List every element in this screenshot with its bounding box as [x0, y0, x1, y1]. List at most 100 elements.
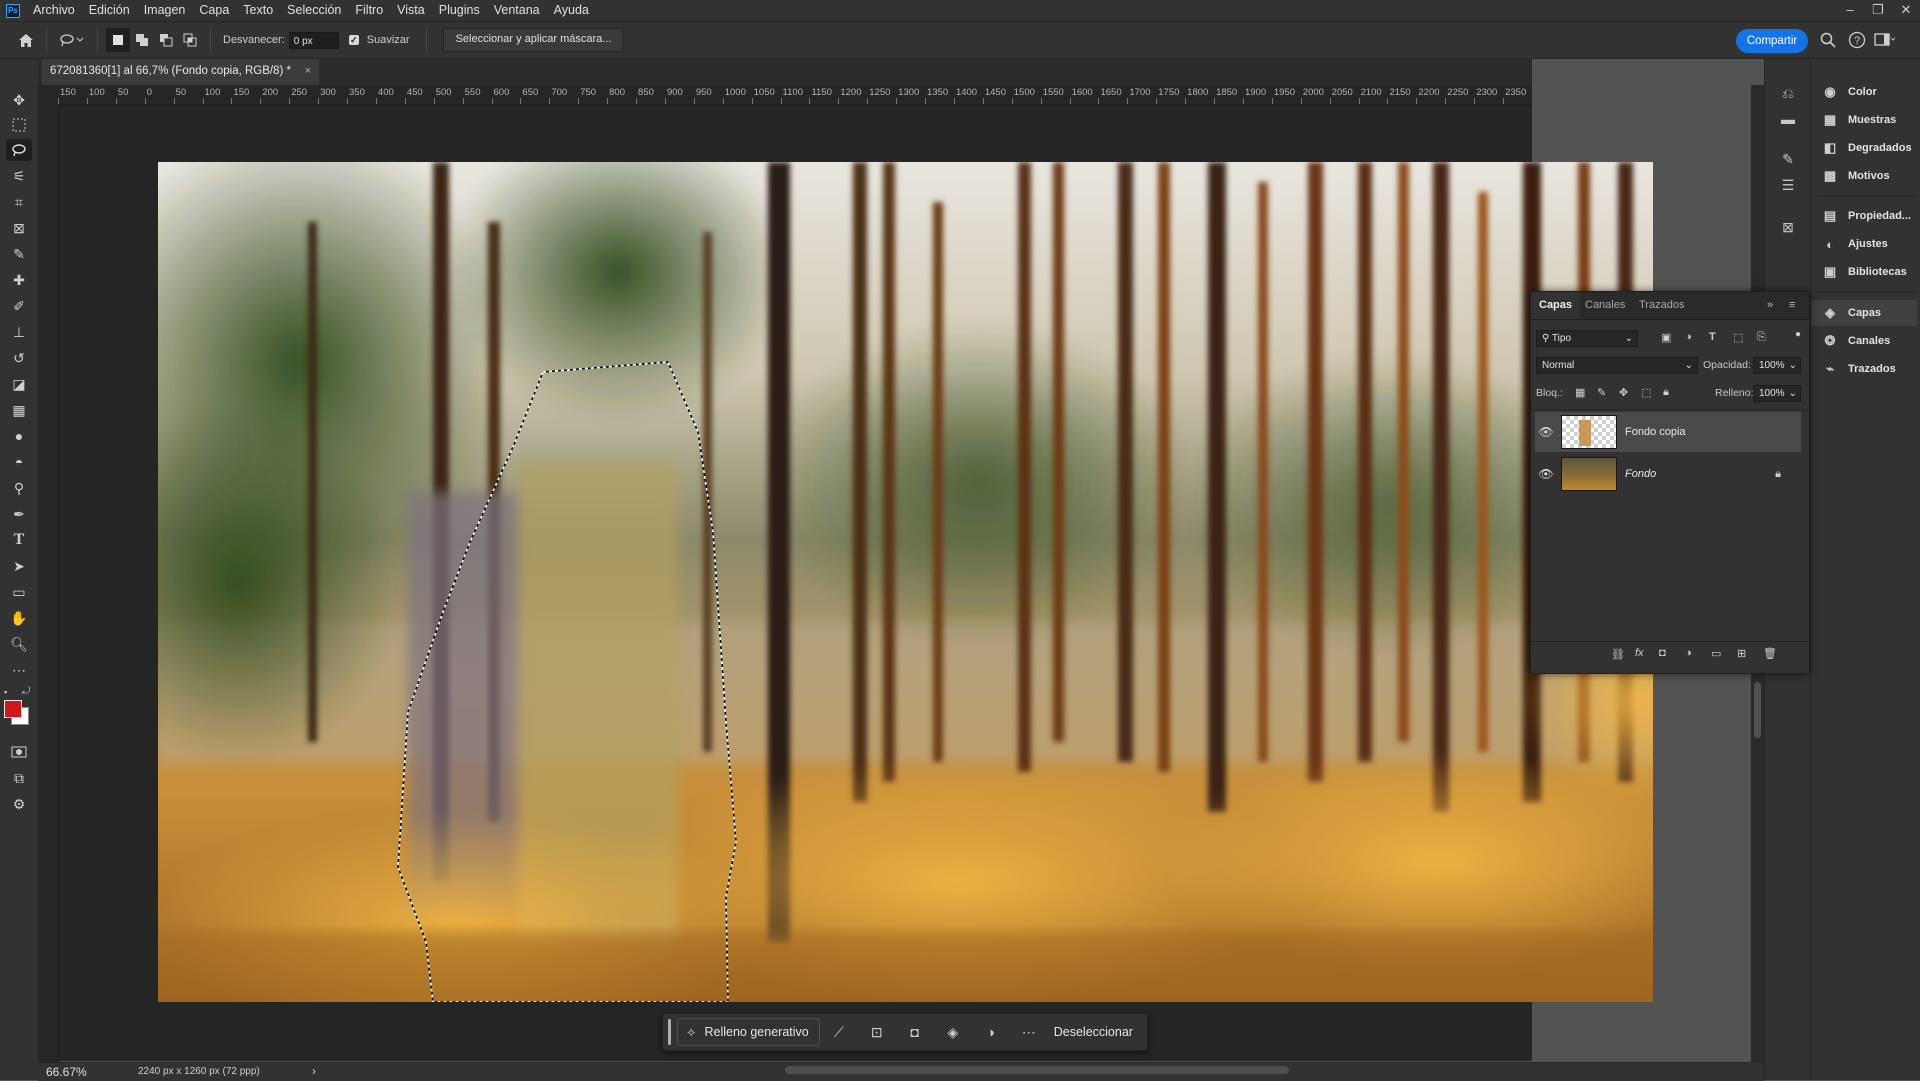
drag-handle[interactable]	[668, 1019, 671, 1045]
zoom-level[interactable]: 66.67%	[46, 1065, 87, 1079]
adjustment-layer-icon[interactable]: ◑	[972, 1024, 1010, 1040]
edit-toolbar-icon[interactable]: ⚙	[6, 793, 32, 815]
more-tools-icon[interactable]: ⋯	[6, 659, 32, 681]
menu-vista[interactable]: Vista	[390, 0, 432, 21]
new-layer-icon[interactable]: ⊞	[1737, 647, 1746, 660]
menu-ventana[interactable]: Ventana	[487, 0, 547, 21]
history-brush-tool-icon[interactable]: ↺	[6, 347, 32, 369]
feather-input[interactable]: 0 px	[288, 31, 339, 49]
healing-brush-tool-icon[interactable]: ✚	[6, 269, 32, 291]
collapse-panel-icon[interactable]: »	[1767, 292, 1773, 319]
panel-color[interactable]: ◉ Color	[1811, 79, 1917, 105]
blend-mode-select[interactable]: Normal ⌄	[1536, 357, 1698, 374]
photoshop-logo-icon[interactable]: Ps	[6, 3, 20, 18]
type-tool-icon[interactable]: T	[6, 529, 32, 551]
brush-tool-icon[interactable]: ✐	[6, 295, 32, 317]
new-adjustment-icon[interactable]: ◑	[1685, 647, 1692, 659]
zoom-brush-tool-icon[interactable]: ⚲	[6, 477, 32, 499]
panel-gradients[interactable]: ◧ Degradados	[1811, 135, 1917, 161]
lock-position-icon[interactable]: ✥	[1619, 386, 1628, 399]
generative-fill-button[interactable]: ✧ Relleno generativo	[677, 1018, 820, 1046]
minimize-button[interactable]: –	[1836, 0, 1864, 21]
add-mask-icon[interactable]: ◘	[1659, 647, 1666, 659]
history-icon[interactable]: ⎌	[1778, 83, 1798, 103]
swap-colors-icon[interactable]: ⤾	[22, 686, 30, 697]
new-selection-icon[interactable]	[106, 28, 130, 52]
document-image[interactable]	[158, 162, 1653, 1002]
filter-adjustment-icon[interactable]: ◑	[1685, 331, 1692, 343]
deselect-button[interactable]: Deseleccionar	[1054, 1025, 1133, 1039]
menu-edicion[interactable]: Edición	[82, 0, 137, 21]
comments-icon[interactable]: ▬	[1778, 109, 1798, 129]
move-tool-icon[interactable]: ✥	[6, 89, 32, 111]
horizontal-scrollbar[interactable]	[785, 1066, 1289, 1074]
path-selection-tool-icon[interactable]: ➤	[6, 555, 32, 577]
link-layers-icon[interactable]: ⛓	[1611, 648, 1625, 661]
modify-selection-icon[interactable]: ⟋	[820, 1024, 858, 1041]
panel-properties[interactable]: ▤ Propiedad...	[1811, 203, 1917, 229]
new-group-icon[interactable]: ▭	[1711, 647, 1721, 660]
fill-selection-icon[interactable]: ◈	[934, 1024, 972, 1041]
search-icon[interactable]	[1820, 32, 1836, 51]
menu-filtro[interactable]: Filtro	[348, 0, 390, 21]
filter-toggle-icon[interactable]: ●	[1795, 329, 1801, 340]
hand-tool-icon[interactable]: ✋	[6, 607, 32, 629]
brush-settings-icon[interactable]: ✎	[1778, 149, 1798, 169]
mask-icon[interactable]: ◘	[896, 1024, 934, 1040]
menu-capa[interactable]: Capa	[192, 0, 236, 21]
quick-selection-tool-icon[interactable]: ⚟	[6, 165, 32, 187]
lock-artboard-icon[interactable]: ⬚	[1641, 386, 1651, 399]
crop-tool-icon[interactable]: ⌗	[6, 191, 32, 213]
eraser-tool-icon[interactable]: ◪	[6, 373, 32, 395]
subtract-selection-icon[interactable]	[154, 28, 178, 52]
eyedropper-tool-icon[interactable]: ✎	[6, 243, 32, 265]
filter-type-icon[interactable]: T	[1709, 331, 1716, 343]
default-colors-icon[interactable]: ▪	[4, 687, 7, 697]
adjust-sliders-icon[interactable]: ☰	[1778, 175, 1798, 195]
help-icon[interactable]: ?	[1848, 31, 1866, 52]
opacity-input[interactable]: 100% ⌄	[1753, 357, 1801, 374]
panel-layers[interactable]: ◈ Capas	[1811, 300, 1917, 326]
dodge-tool-icon[interactable]: ◓	[6, 451, 32, 473]
workspace-icon[interactable]	[1874, 32, 1896, 51]
rectangle-tool-icon[interactable]: ▭	[6, 581, 32, 603]
close-document-icon[interactable]: ×	[305, 59, 311, 84]
clone-stamp-tool-icon[interactable]: ⊥	[6, 321, 32, 343]
layer-style-fx-icon[interactable]: fx	[1635, 647, 1644, 659]
add-selection-icon[interactable]	[130, 28, 154, 52]
tab-channels[interactable]: Canales	[1585, 292, 1625, 319]
gradient-tool-icon[interactable]: ▦	[6, 399, 32, 421]
antialias-checkbox[interactable]: ✓	[348, 35, 359, 45]
lock-all-icon[interactable]: 🔒︎	[1663, 386, 1669, 399]
panel-patterns[interactable]: ▩ Motivos	[1811, 163, 1917, 189]
select-subject-icon[interactable]: ⊡	[858, 1024, 896, 1041]
tab-paths[interactable]: Trazados	[1639, 292, 1684, 319]
menu-seleccion[interactable]: Selección	[280, 0, 348, 21]
menu-texto[interactable]: Texto	[236, 0, 280, 21]
fill-input[interactable]: 100% ⌄	[1753, 385, 1801, 402]
home-icon[interactable]	[14, 28, 38, 52]
menu-archivo[interactable]: Archivo	[26, 0, 82, 21]
panel-adjustments[interactable]: ◐ Ajustes	[1811, 231, 1917, 257]
zoom-tool-icon[interactable]: 🔍︎	[6, 633, 32, 655]
intersect-selection-icon[interactable]	[178, 28, 202, 52]
blur-tool-icon[interactable]: ●	[6, 425, 32, 447]
lasso-tool-icon[interactable]	[6, 139, 32, 161]
panel-menu-icon[interactable]: ≡	[1789, 292, 1795, 319]
filter-smart-object-icon[interactable]: ⎘	[1757, 331, 1766, 344]
layer-filter-select[interactable]: ⚲ Tipo ⌄	[1536, 330, 1638, 347]
filter-pixel-icon[interactable]: ▣	[1661, 331, 1671, 344]
document-tab[interactable]: 672081360[1] al 66,7% (Fondo copia, RGB/…	[42, 59, 320, 85]
foreground-color-swatch[interactable]	[4, 700, 22, 718]
layer-row-fondo[interactable]: 👁︎ Fondo 🔒︎	[1535, 454, 1801, 494]
visibility-eye-icon[interactable]: 👁︎	[1535, 425, 1557, 439]
filter-shape-icon[interactable]: ⬚	[1733, 331, 1743, 344]
tab-layers[interactable]: Capas	[1531, 292, 1581, 319]
panel-paths[interactable]: ⌁ Trazados	[1811, 356, 1917, 382]
quick-mask-icon[interactable]	[6, 741, 32, 763]
panel-swatches[interactable]: ▦ Muestras	[1811, 107, 1917, 133]
menu-imagen[interactable]: Imagen	[137, 0, 193, 21]
person-icon[interactable]: ⊠	[1778, 217, 1798, 237]
menu-ayuda[interactable]: Ayuda	[547, 0, 596, 21]
layer-row-fondo-copia[interactable]: 👁︎ Fondo copia	[1535, 412, 1801, 452]
